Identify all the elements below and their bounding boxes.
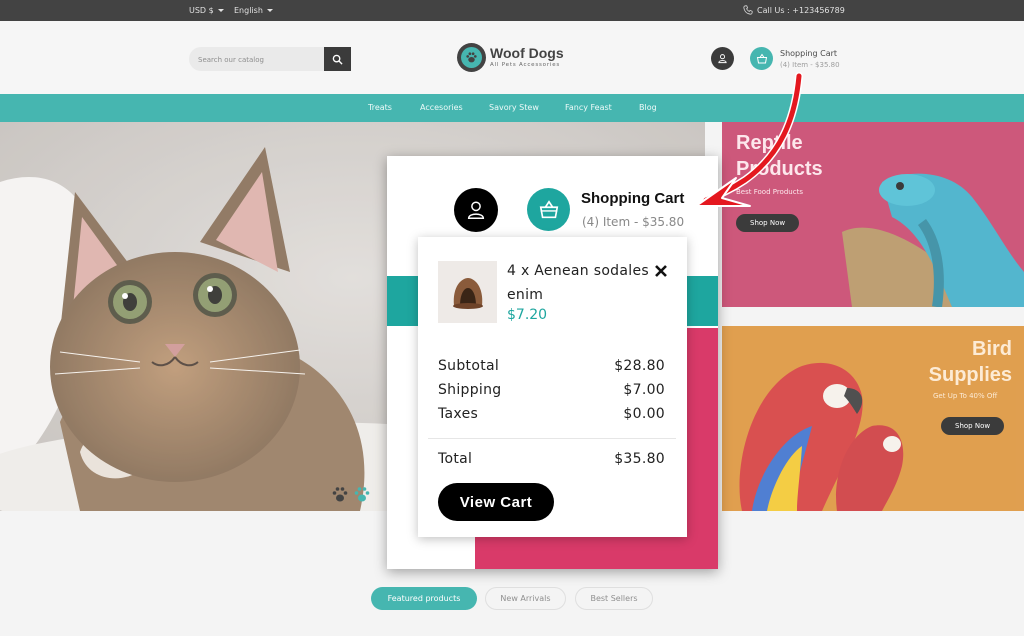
bird-subtitle: Get Up To 40% Off <box>933 392 998 400</box>
product-thumbnail[interactable] <box>438 261 497 323</box>
total-row: Total $35.80 <box>438 451 665 467</box>
subtotal-row: Subtotal $28.80 <box>438 358 665 374</box>
cart-count: (4) Item - $35.80 <box>780 60 840 69</box>
caret-down-icon <box>217 9 224 12</box>
taxes-label: Taxes <box>438 406 479 422</box>
currency-selector[interactable]: USD $ <box>189 6 224 15</box>
contact-text: Call Us : +123456789 <box>757 5 845 15</box>
reptile-title-line1: Reptile <box>736 132 803 154</box>
cart-item-price: $7.20 <box>507 307 548 323</box>
nav-item-fancy-feast[interactable]: Fancy Feast <box>565 103 612 112</box>
logo-subtitle: All Pets Accessories <box>490 62 561 69</box>
bird-shop-now-button[interactable]: Shop Now <box>941 417 1005 435</box>
logo-title: Woof Dogs <box>490 45 564 62</box>
top-bar: USD $ English Call Us : +123456789 <box>0 0 1024 21</box>
reptile-title-line2: Products <box>736 158 823 180</box>
zoomed-account-button[interactable] <box>454 188 498 232</box>
user-icon <box>467 201 485 219</box>
reptile-shop-now-button[interactable]: Shop Now <box>736 214 800 232</box>
zoomed-cart-button[interactable] <box>527 188 570 231</box>
zoomed-cart-count[interactable]: (4) Item - $35.80 <box>582 215 684 229</box>
zoomed-cart-title[interactable]: Shopping Cart <box>581 190 684 207</box>
tab-best-sellers[interactable]: Best Sellers <box>575 587 653 610</box>
subtotal-value: $28.80 <box>614 358 665 374</box>
phone-icon <box>743 5 753 15</box>
shipping-row: Shipping $7.00 <box>438 382 665 398</box>
reptile-subtitle: Best Food Products <box>736 188 803 196</box>
bird-banner[interactable]: Bird Supplies Get Up To 40% Off Shop Now <box>722 326 1024 511</box>
view-cart-button[interactable]: View Cart <box>438 483 554 521</box>
taxes-row: Taxes $0.00 <box>438 406 665 422</box>
language-label: English <box>234 6 263 15</box>
slider-paw-dots[interactable] <box>331 486 371 504</box>
cart-dropdown: 4 x Aenean sodales enim $7.20 Subtotal $… <box>418 237 687 537</box>
site-logo[interactable]: Woof Dogs All Pets Accessories <box>457 43 564 72</box>
site-header: Woof Dogs All Pets Accessories Shopping … <box>0 21 1024 94</box>
pet-bed-image <box>452 278 483 309</box>
main-nav: Treats Accesories Savory Stew Fancy Feas… <box>0 94 1024 122</box>
bird-title-line1: Bird <box>972 338 1012 360</box>
nav-item-accesories[interactable]: Accesories <box>420 103 463 112</box>
shipping-label: Shipping <box>438 382 502 398</box>
bird-title-line2: Supplies <box>928 364 1012 386</box>
totals-divider <box>428 438 676 439</box>
search-box <box>189 47 351 72</box>
total-label: Total <box>438 451 473 467</box>
search-input[interactable] <box>189 48 319 72</box>
basket-icon <box>539 199 558 218</box>
contact-info: Call Us : +123456789 <box>743 5 845 15</box>
nav-item-savory-stew[interactable]: Savory Stew <box>489 103 539 112</box>
paw-icon <box>457 43 486 72</box>
shipping-value: $7.00 <box>623 382 665 398</box>
search-button[interactable] <box>324 47 351 71</box>
user-icon <box>718 54 727 64</box>
tab-featured-products[interactable]: Featured products <box>371 587 477 610</box>
basket-icon <box>756 53 767 63</box>
search-icon <box>332 54 343 65</box>
taxes-value: $0.00 <box>623 406 665 422</box>
nav-item-blog[interactable]: Blog <box>639 103 657 112</box>
subtotal-label: Subtotal <box>438 358 500 374</box>
reptile-banner[interactable]: Reptile Products Best Food Products Shop… <box>722 122 1024 307</box>
nav-item-treats[interactable]: Treats <box>368 103 392 112</box>
cart-title: Shopping Cart <box>780 49 838 58</box>
currency-label: USD $ <box>189 6 214 15</box>
language-selector[interactable]: English <box>234 6 273 15</box>
cart-item-name[interactable]: 4 x Aenean sodales enim <box>507 259 665 307</box>
cart-button[interactable] <box>750 47 773 70</box>
tab-new-arrivals[interactable]: New Arrivals <box>485 587 566 610</box>
account-button[interactable] <box>711 47 734 70</box>
close-icon[interactable] <box>654 264 668 278</box>
total-value: $35.80 <box>614 451 665 467</box>
cart-summary[interactable]: Shopping Cart (4) Item - $35.80 <box>780 48 840 70</box>
caret-down-icon <box>266 9 273 12</box>
